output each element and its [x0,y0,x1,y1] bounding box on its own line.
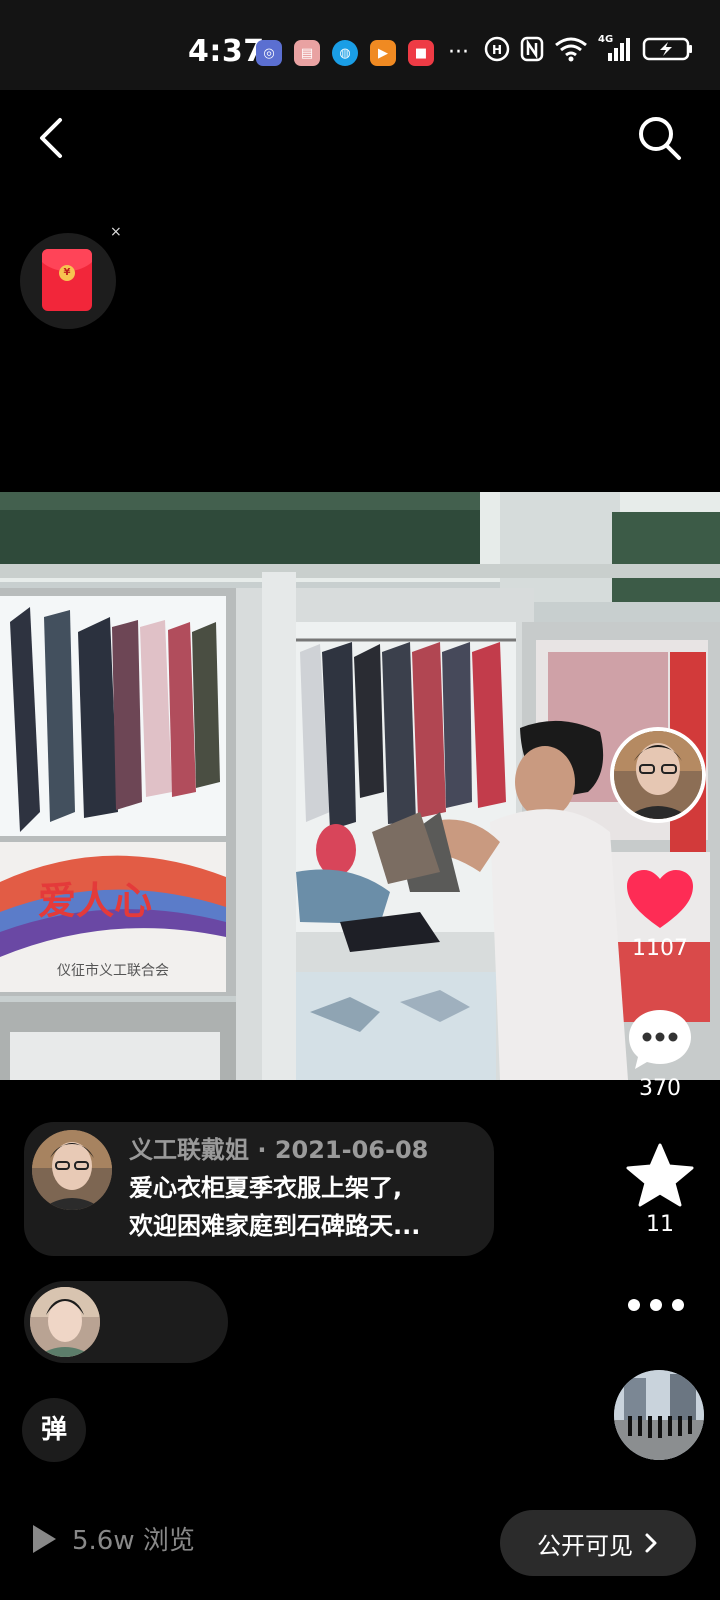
search-icon [639,117,681,160]
recent-viewer-chip[interactable] [24,1281,228,1363]
caption-card[interactable]: 义工联戴姐 · 2021-06-08 爱心衣柜夏季衣服上架了, 欢迎困难家庭到石… [24,1122,494,1256]
author-avatar-image [614,731,702,819]
comment-count: 370 [639,1076,681,1101]
red-packet-close-button[interactable]: × [110,225,122,239]
view-count-text: 5.6w 浏览 [72,1526,195,1556]
signal-icon: 4G [598,34,632,62]
hd-call-icon: H [484,36,510,62]
heart-icon [627,870,693,928]
chevron-right-icon [645,1533,657,1553]
viewer-avatar [30,1287,100,1357]
red-app-icon: ■ [408,40,434,66]
browser-icon: ◍ [332,40,358,66]
danmu-toggle-button[interactable]: 弹 [22,1398,86,1462]
danmu-label: 弹 [40,1415,67,1445]
more-dot-icon [628,1299,640,1311]
play-icon [33,1524,56,1553]
back-button[interactable] [30,112,74,162]
more-dot-icon [650,1299,662,1311]
more-dot-icon [672,1299,684,1311]
video-banner-org: 仪征市义工联合会 [57,962,169,979]
visibility-button[interactable]: 公开可见 [500,1510,696,1576]
video-banner-title: 爱人心 [38,879,152,923]
notification-overflow: ··· [448,40,469,65]
comment-bubble-icon [629,1010,691,1069]
video-play-icon: ▶ [370,40,396,66]
yuan-coin: ¥ [59,265,75,281]
caption-author-avatar-image [32,1130,112,1210]
caption-author-avatar[interactable] [32,1130,112,1210]
clock: 4:37 [188,34,265,69]
view-count: 5.6w 浏览 [30,1520,195,1557]
app-icon-blue: ◎ [256,40,282,66]
search-button[interactable] [636,112,684,162]
more-options-button[interactable] [628,1290,690,1320]
red-packet-button[interactable]: ¥ [20,233,116,329]
comment-button[interactable]: 370 [610,1006,710,1101]
music-disc[interactable] [614,1370,704,1460]
gift-box-icon: ▤ [294,40,320,66]
favorite-button[interactable]: 11 [610,1142,710,1237]
visibility-label: 公开可见 [537,1531,633,1560]
caption-text-line1: 爱心衣柜夏季衣服上架了, [129,1174,403,1202]
like-count: 1107 [632,936,688,961]
star-icon [626,1143,694,1207]
wifi-icon [555,37,587,62]
author-avatar[interactable] [610,727,706,823]
like-button[interactable]: 1107 [610,868,710,961]
status-bar: 4:37 ◎ ▤ ◍ ▶ ■ ··· H 4G [0,0,720,90]
red-envelope-icon: ¥ [42,249,92,311]
favorite-count: 11 [646,1212,674,1237]
chevron-left-icon [40,118,62,158]
battery-charging-icon [642,37,692,61]
notification-icons: ◎ ▤ ◍ ▶ ■ ··· [256,40,469,66]
caption-author-date: 义工联戴姐 · 2021-06-08 [129,1136,429,1164]
system-icons: H 4G [484,34,694,62]
svg-text:H: H [492,43,502,57]
nfc-icon [520,36,544,62]
music-disc-image [614,1370,704,1460]
caption-text-line2: 欢迎困难家庭到石碑路天... [129,1212,421,1240]
